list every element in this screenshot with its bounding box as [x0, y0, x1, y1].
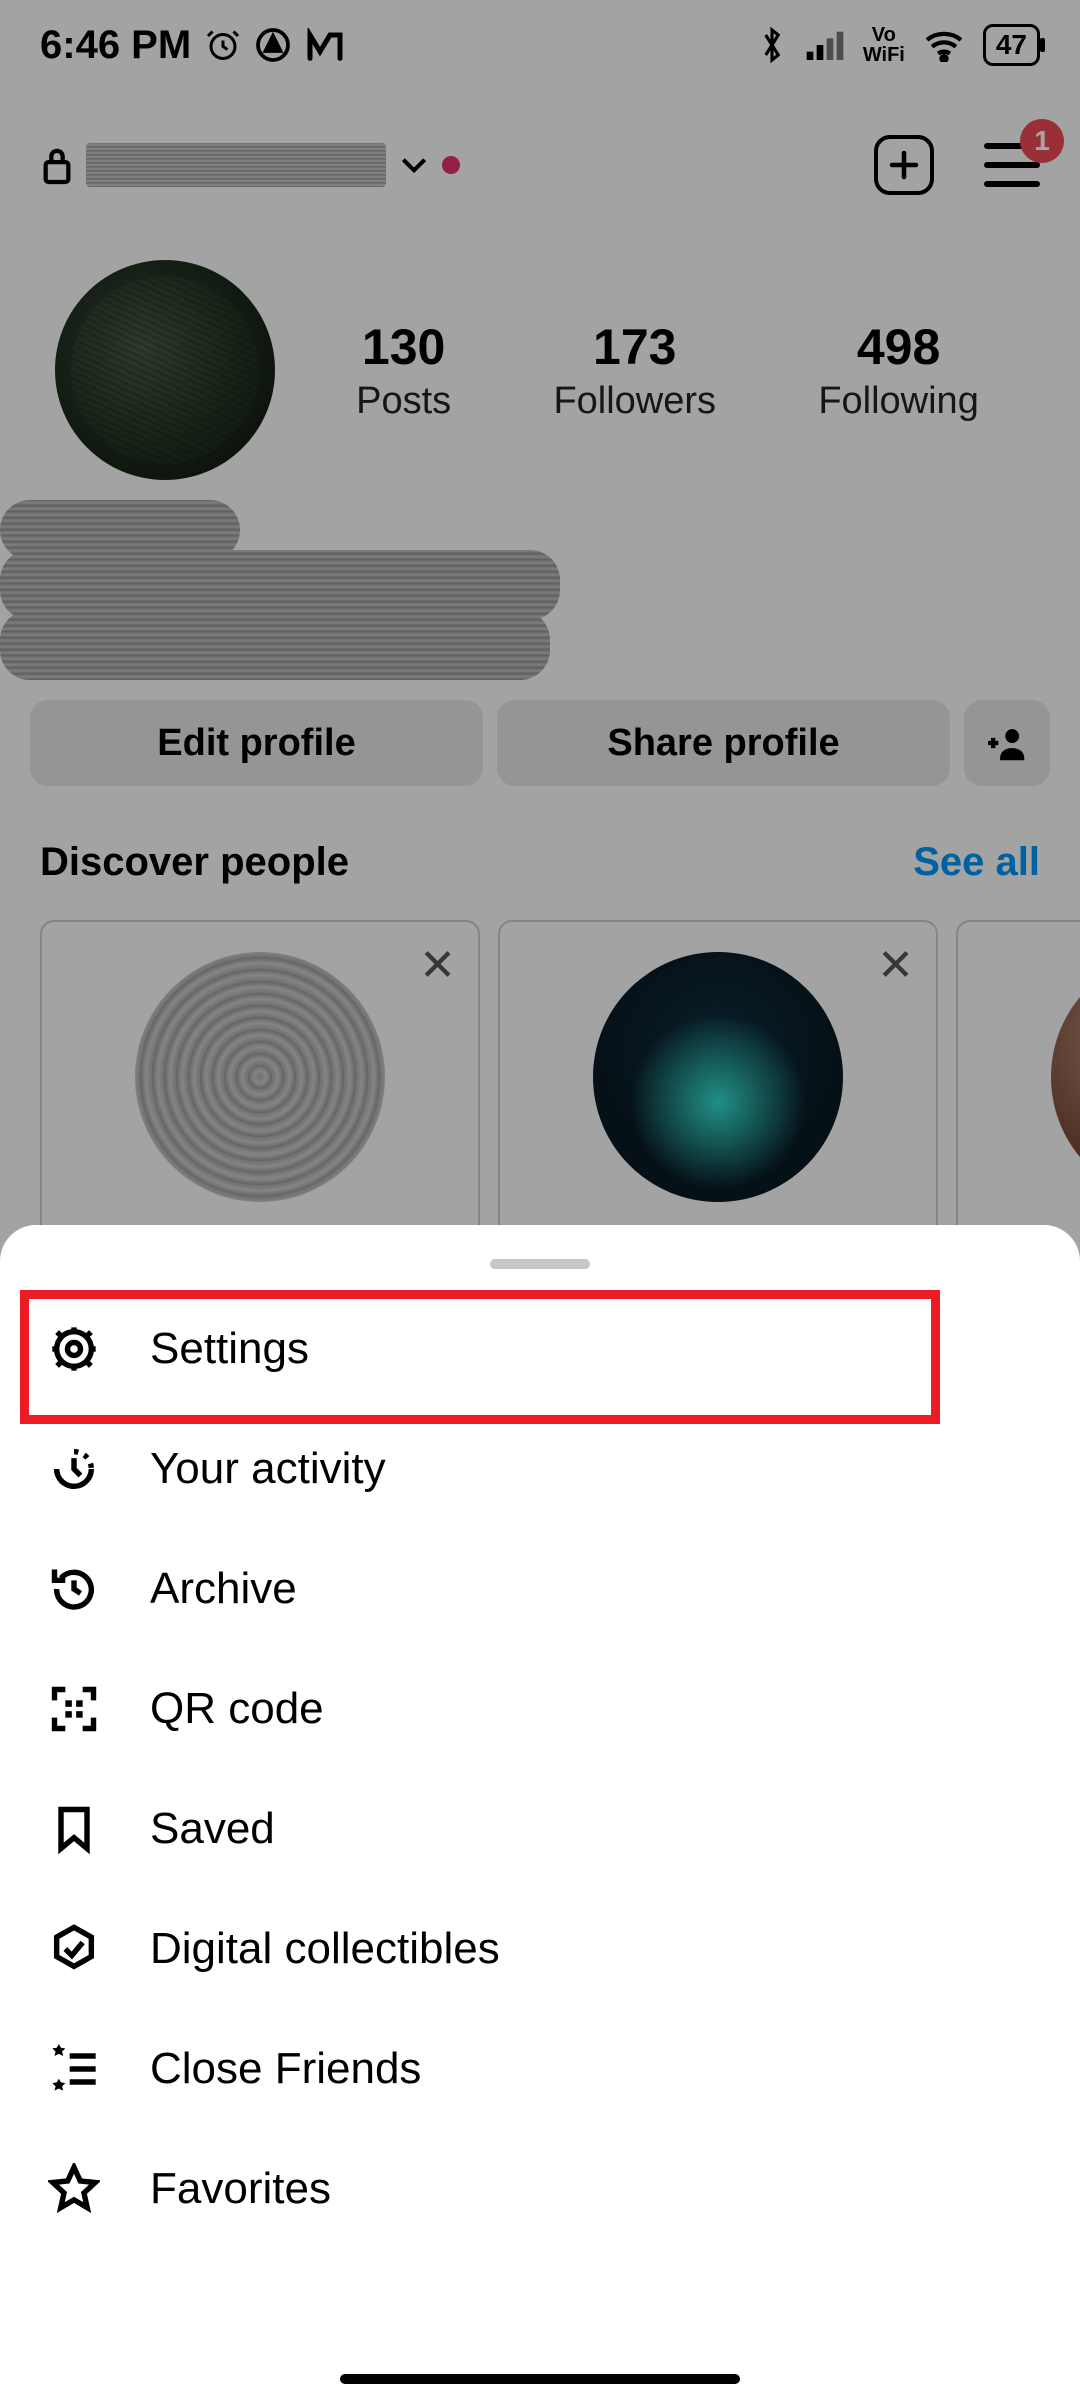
- status-left: 6:46 PM: [40, 23, 345, 68]
- menu-list: Settings Your activity Archive QR code: [0, 1289, 1080, 2249]
- suggestion-avatar: [1051, 952, 1080, 1202]
- edit-profile-button[interactable]: Edit profile: [30, 700, 483, 786]
- battery-indicator: 47: [983, 24, 1040, 66]
- bio-redacted: [0, 610, 550, 680]
- vowifi-label: Vo WiFi: [863, 25, 905, 65]
- menu-favorites[interactable]: Favorites: [0, 2129, 1080, 2249]
- signal-icon: [805, 28, 845, 62]
- star-icon: [46, 2161, 102, 2217]
- menu-button[interactable]: 1: [984, 143, 1040, 187]
- menu-archive[interactable]: Archive: [0, 1529, 1080, 1649]
- menu-label: Archive: [150, 1564, 297, 1614]
- posts-label: Posts: [356, 380, 451, 423]
- share-profile-button[interactable]: Share profile: [497, 700, 950, 786]
- menu-badge: 1: [1020, 119, 1064, 163]
- close-icon[interactable]: ✕: [419, 940, 456, 991]
- discover-title: Discover people: [40, 840, 349, 885]
- qr-icon: [46, 1681, 102, 1737]
- menu-close-friends[interactable]: Close Friends: [0, 2009, 1080, 2129]
- stats: 130 Posts 173 Followers 498 Following: [305, 318, 1030, 423]
- see-all-link[interactable]: See all: [913, 840, 1040, 885]
- stat-posts[interactable]: 130 Posts: [356, 318, 451, 423]
- star-list-icon: [46, 2041, 102, 2097]
- bookmark-icon: [46, 1801, 102, 1857]
- suggestion-avatar: [135, 952, 385, 1202]
- followers-label: Followers: [553, 380, 716, 423]
- activity-icon: [46, 1441, 102, 1497]
- profile-action-row: Edit profile Share profile: [30, 700, 1050, 786]
- following-label: Following: [818, 380, 979, 423]
- alarm-icon: [205, 27, 241, 63]
- close-icon[interactable]: ✕: [877, 940, 914, 991]
- notification-dot: [442, 156, 460, 174]
- profile-row: 130 Posts 173 Followers 498 Following: [0, 260, 1080, 480]
- menu-label: Settings: [150, 1324, 309, 1374]
- bluetooth-icon: [757, 25, 787, 65]
- gear-icon: [46, 1321, 102, 1377]
- lock-icon: [40, 145, 74, 185]
- screen: 6:46 PM Vo WiFi: [0, 0, 1080, 2400]
- sheet-grabber[interactable]: [490, 1259, 590, 1269]
- menu-your-activity[interactable]: Your activity: [0, 1409, 1080, 1529]
- suggestion-avatar: [593, 952, 843, 1202]
- m-icon: [305, 28, 345, 62]
- status-bar: 6:46 PM Vo WiFi: [0, 0, 1080, 90]
- create-button[interactable]: [874, 135, 934, 195]
- following-count: 498: [818, 318, 979, 376]
- menu-label: QR code: [150, 1684, 324, 1734]
- menu-qr-code[interactable]: QR code: [0, 1649, 1080, 1769]
- status-right: Vo WiFi 47: [757, 24, 1040, 66]
- menu-saved[interactable]: Saved: [0, 1769, 1080, 1889]
- menu-label: Close Friends: [150, 2044, 421, 2094]
- discover-header: Discover people See all: [40, 840, 1040, 885]
- menu-digital-collectibles[interactable]: Digital collectibles: [0, 1889, 1080, 2009]
- username-switcher[interactable]: [40, 143, 874, 187]
- wifi-text: WiFi: [863, 45, 905, 65]
- chevron-down-icon: [398, 153, 430, 177]
- bottom-sheet: Settings Your activity Archive QR code: [0, 1225, 1080, 2400]
- menu-label: Favorites: [150, 2164, 331, 2214]
- profile-header: 1: [0, 110, 1080, 220]
- vo-text: Vo: [863, 25, 905, 45]
- stat-followers[interactable]: 173 Followers: [553, 318, 716, 423]
- home-indicator[interactable]: [340, 2374, 740, 2384]
- discover-people-button[interactable]: [964, 700, 1050, 786]
- battery-value: 47: [996, 29, 1027, 61]
- menu-label: Digital collectibles: [150, 1924, 500, 1974]
- avatar[interactable]: [55, 260, 275, 480]
- archive-icon: [46, 1561, 102, 1617]
- posts-count: 130: [356, 318, 451, 376]
- followers-count: 173: [553, 318, 716, 376]
- hexagon-check-icon: [46, 1921, 102, 1977]
- menu-label: Your activity: [150, 1444, 386, 1494]
- status-time: 6:46 PM: [40, 23, 191, 68]
- header-actions: 1: [874, 135, 1040, 195]
- username-redacted: [86, 143, 386, 187]
- menu-label: Saved: [150, 1804, 275, 1854]
- menu-settings[interactable]: Settings: [0, 1289, 1080, 1409]
- wifi-icon: [923, 28, 965, 62]
- triangle-icon: [255, 27, 291, 63]
- bio-area: [0, 500, 580, 690]
- stat-following[interactable]: 498 Following: [818, 318, 979, 423]
